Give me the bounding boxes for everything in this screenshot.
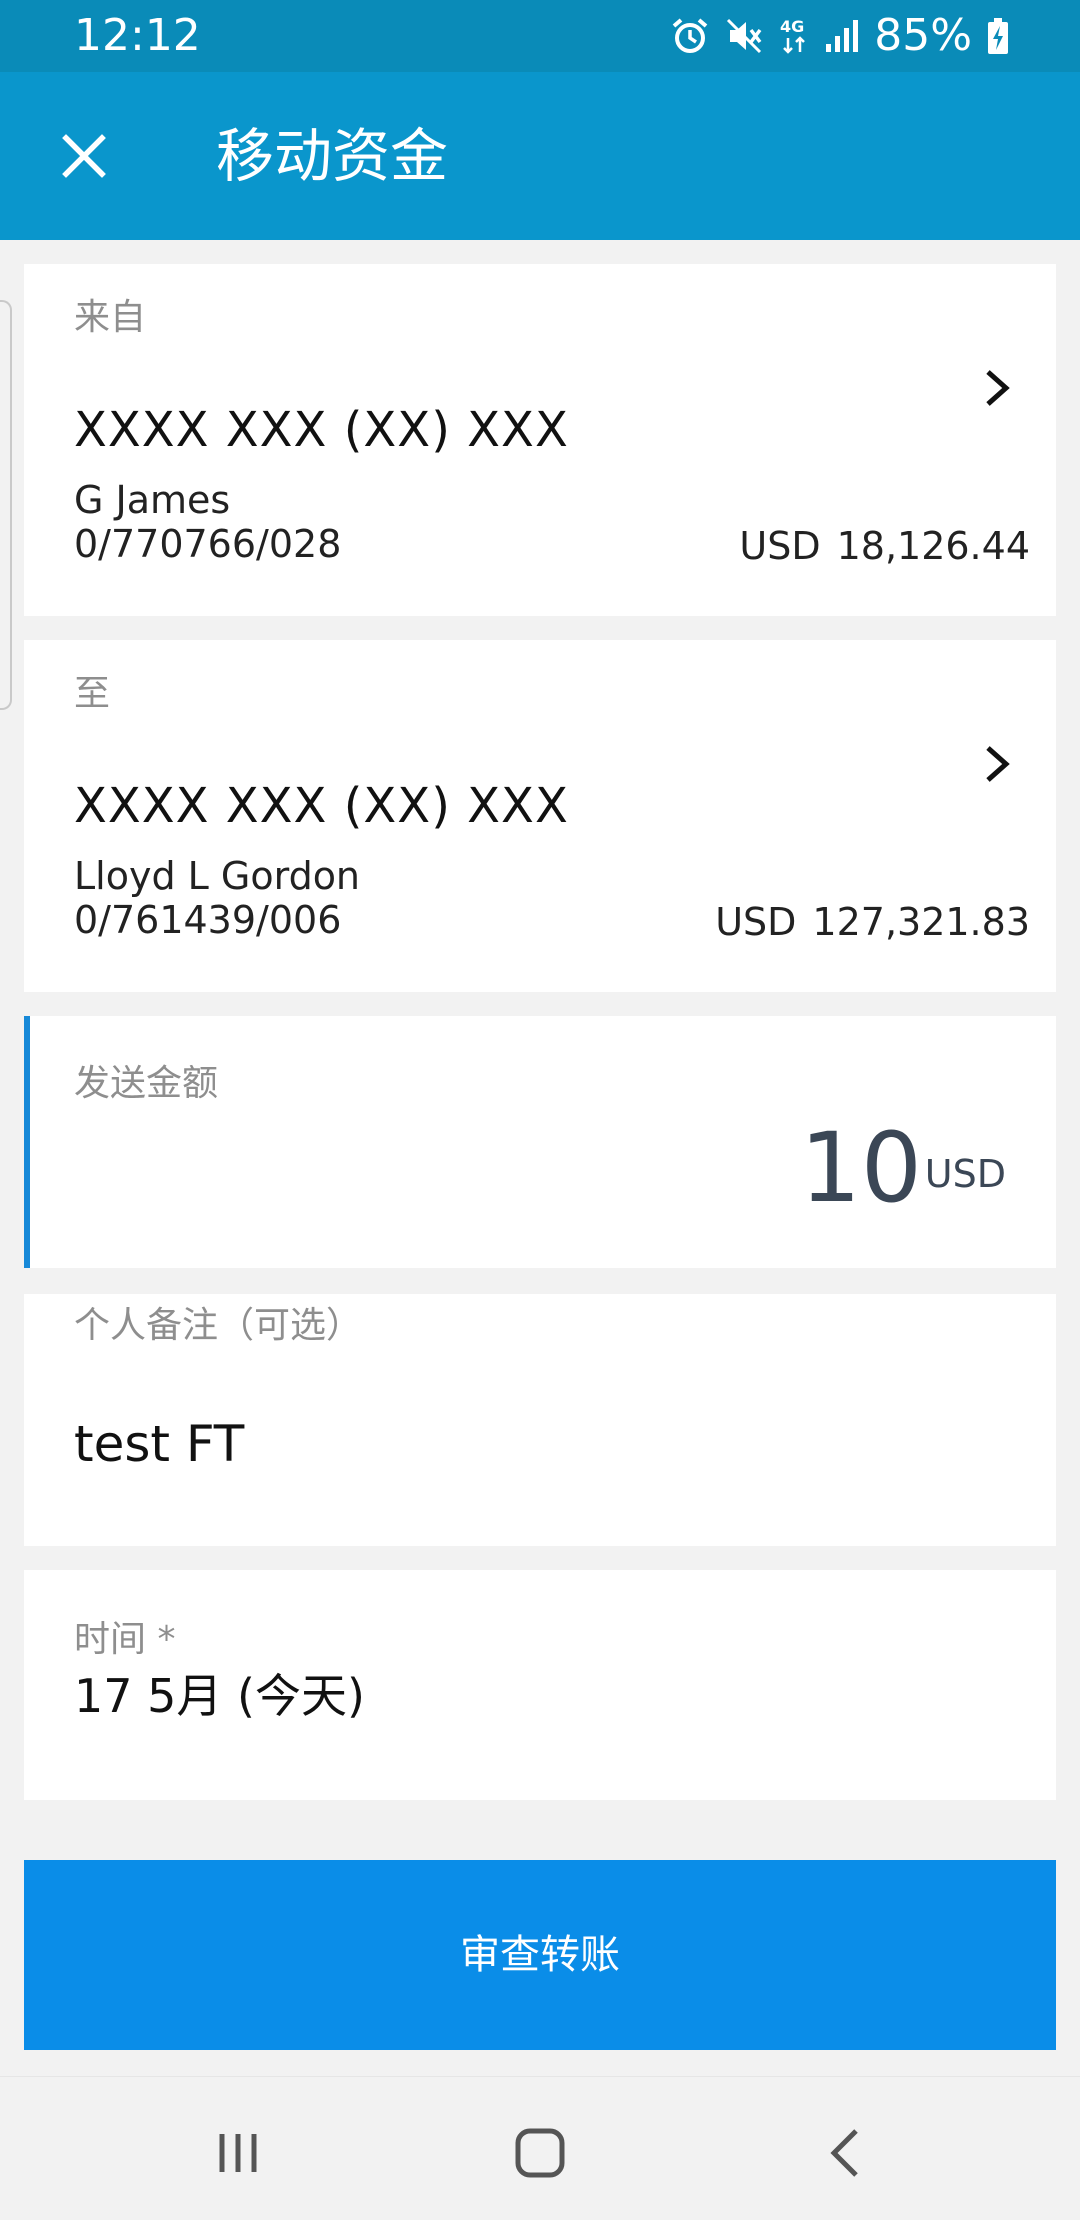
svg-text:4G: 4G [780,17,804,36]
chevron-right-icon [986,746,1010,782]
to-account-number: 0/761439/006 [74,898,342,942]
home-icon [515,2128,565,2178]
status-bar: 12:12 4G 85% [0,0,1080,72]
to-account-mask: XXXX XXX (XX) XXX [74,778,569,834]
close-icon [62,134,106,178]
page-title: 移动资金 [216,122,449,190]
recent-apps-button[interactable] [198,2113,278,2193]
close-button[interactable] [44,116,124,196]
to-balance-value: 127,321.83 [812,900,1030,944]
amount-value: 10 [799,1112,922,1224]
back-button[interactable] [804,2113,884,2193]
amount-label: 发送金额 [74,1063,219,1104]
review-transfer-button[interactable]: 审查转账 [24,1860,1056,2050]
date-label: 时间 * [74,1619,176,1660]
to-label: 至 [74,673,111,714]
to-account-balance: USD 127,321.83 [715,900,1030,944]
from-account-name: G James [74,478,231,522]
from-balance-currency: USD [739,524,821,568]
from-account-mask: XXXX XXX (XX) XXX [74,402,569,458]
from-account-number: 0/770766/028 [74,522,342,566]
memo-field[interactable]: 个人备注（可选） test FT [24,1294,1056,1546]
back-icon [830,2129,858,2177]
amount-currency: USD [924,1152,1006,1196]
navigation-bar [0,2076,1080,2220]
status-icons: 4G 85% [670,12,1010,60]
edge-panel-handle[interactable] [0,300,12,710]
chevron-right-icon [986,370,1010,406]
status-time: 12:12 [74,10,201,61]
from-account-balance: USD 18,126.44 [739,524,1030,568]
network-4g-icon: 4G [778,16,810,56]
memo-value: test FT [74,1415,245,1473]
from-balance-value: 18,126.44 [836,524,1030,568]
to-account-card[interactable]: 至 XXXX XXX (XX) XXX Lloyd L Gordon 0/761… [24,640,1056,992]
signal-icon [824,16,860,56]
from-label: 来自 [74,297,147,338]
battery-charging-icon [986,16,1010,56]
memo-label: 个人备注（可选） [74,1305,363,1346]
from-account-card[interactable]: 来自 XXXX XXX (XX) XXX G James 0/770766/02… [24,264,1056,616]
home-button[interactable] [500,2113,580,2193]
to-account-name: Lloyd L Gordon [74,854,361,898]
to-balance-currency: USD [715,900,797,944]
recent-apps-icon [219,2134,257,2172]
date-value: 17 5月 (今天) [74,1669,365,1723]
alarm-icon [670,16,710,56]
amount-field[interactable]: 发送金额 10 USD [24,1016,1056,1268]
battery-percent: 85% [874,10,972,61]
mute-icon [724,16,764,56]
date-field[interactable]: 时间 * 17 5月 (今天) [24,1570,1056,1800]
app-bar: 移动资金 [0,72,1080,240]
